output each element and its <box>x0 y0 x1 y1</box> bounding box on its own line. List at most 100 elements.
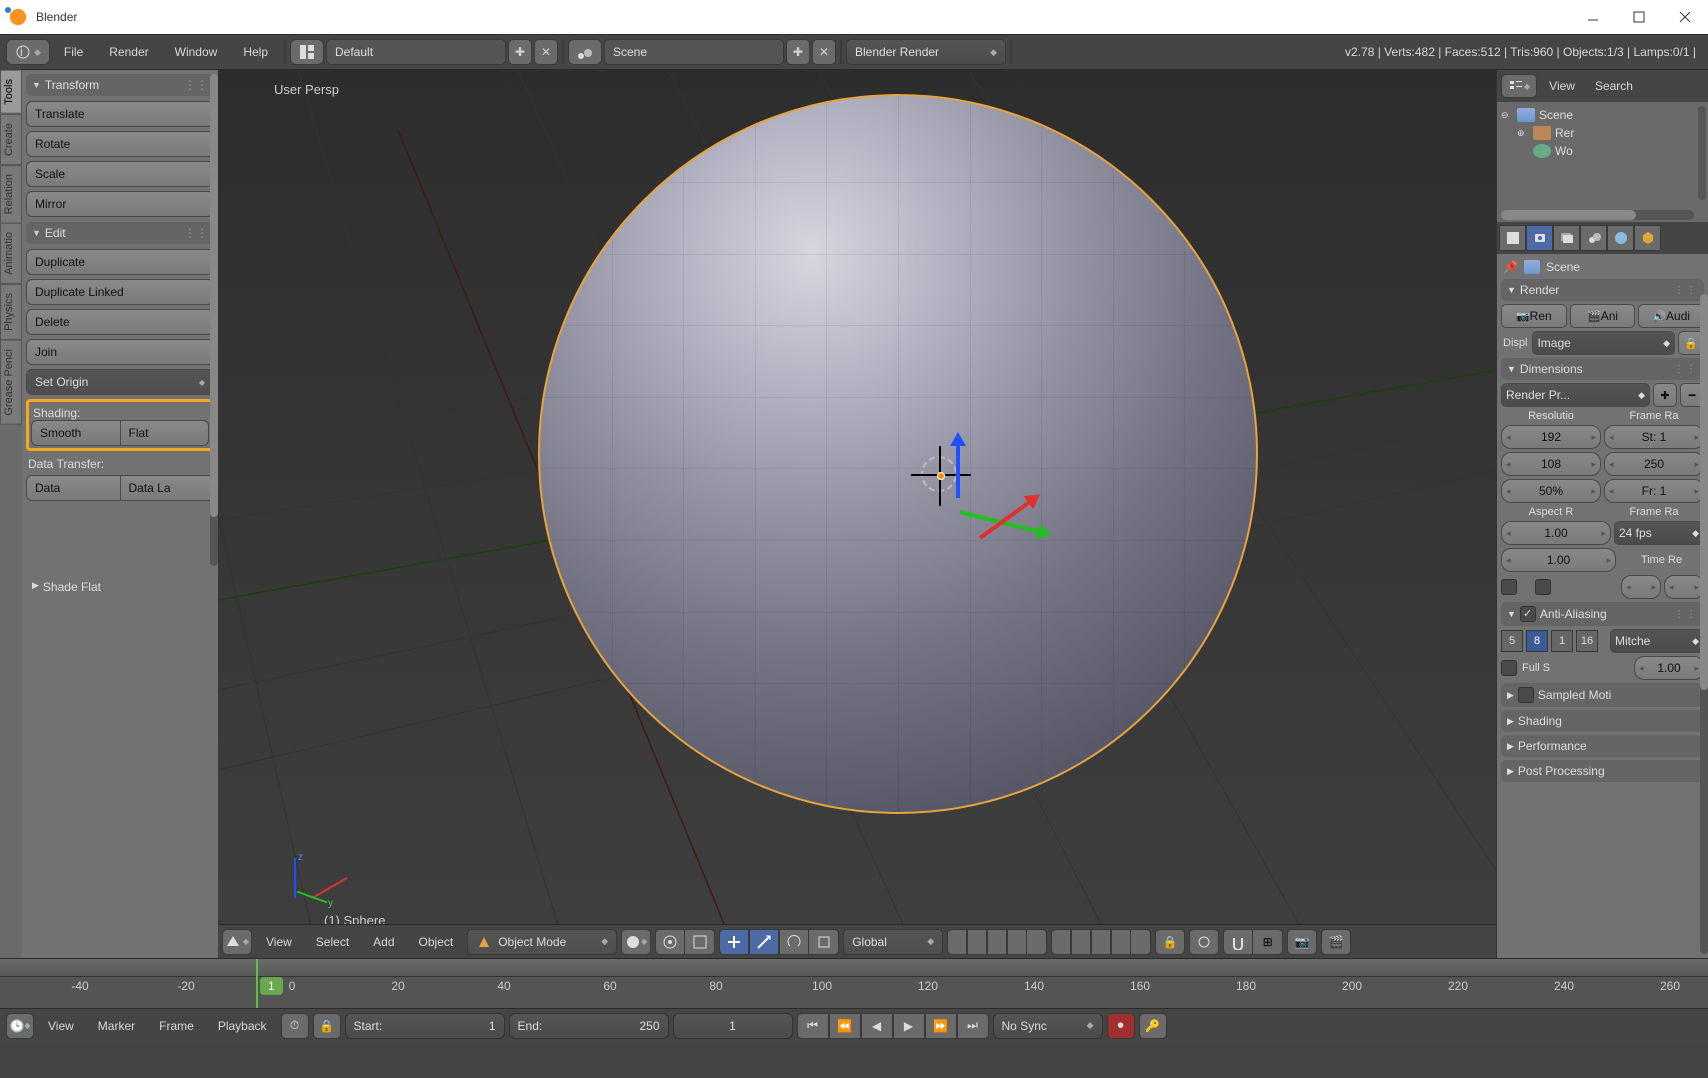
render-animation-button[interactable]: 🎬Ani <box>1570 304 1636 328</box>
render-engine-select[interactable]: Blender Render◆ <box>846 39 1006 65</box>
current-frame-field[interactable]: 1 <box>673 1013 793 1039</box>
panel-header-post-processing[interactable]: ▶Post Processing <box>1501 760 1704 782</box>
object-menu[interactable]: Object <box>409 933 464 951</box>
screen-layout-field[interactable]: Default <box>326 39 506 65</box>
transform-orientation-select[interactable]: Global◆ <box>843 929 943 955</box>
sampled-motion-checkbox[interactable] <box>1518 687 1534 703</box>
editor-type-info-button[interactable]: i◆ <box>6 39 50 65</box>
border-checkbox[interactable] <box>1501 579 1517 595</box>
play-reverse-button[interactable]: ◀ <box>861 1013 893 1039</box>
duplicate-linked-button[interactable]: Duplicate Linked <box>26 279 214 305</box>
editor-type-outliner-button[interactable]: ◆ <box>1501 74 1537 98</box>
manipulator-translate[interactable] <box>749 929 779 955</box>
use-preview-range-button[interactable]: ⏱ <box>281 1013 309 1039</box>
antialiasing-checkbox[interactable] <box>1520 606 1536 622</box>
tab-object[interactable] <box>1634 225 1661 251</box>
panel-header-performance[interactable]: ▶Performance <box>1501 735 1704 757</box>
window-close-button[interactable] <box>1662 2 1708 32</box>
set-origin-select[interactable]: Set Origin <box>26 369 214 395</box>
aa-samples-16[interactable]: 16 <box>1576 630 1598 652</box>
snap-toggle[interactable] <box>1223 929 1253 955</box>
panel-header-edit[interactable]: ▼Edit⋮⋮ <box>26 222 214 244</box>
aa-samples-5[interactable]: 5 <box>1501 630 1523 652</box>
scene-delete-button[interactable]: ✕ <box>812 39 836 65</box>
render-display-select[interactable]: Image◆ <box>1532 331 1675 355</box>
screen-layout-delete-button[interactable]: ✕ <box>534 39 558 65</box>
tool-tab-relation[interactable]: Relation <box>0 165 22 223</box>
properties-scrollbar[interactable] <box>1700 294 1708 954</box>
pin-icon[interactable]: 📌 <box>1503 260 1518 274</box>
tool-tab-create[interactable]: Create <box>0 114 22 165</box>
frame-end-field[interactable]: 250 <box>1604 452 1704 476</box>
transform-gizmo[interactable] <box>898 436 1018 566</box>
tool-tab-physics[interactable]: Physics <box>0 284 22 340</box>
resolution-y-field[interactable]: 108 <box>1501 452 1601 476</box>
outliner[interactable]: ⊖Scene ⊕Rer Wo <box>1497 102 1708 222</box>
aa-samples-11[interactable]: 1 <box>1551 630 1573 652</box>
panel-header-antialiasing[interactable]: ▼Anti-Aliasing⋮⋮ <box>1501 602 1704 626</box>
play-button[interactable]: ▶ <box>893 1013 925 1039</box>
pivot-point-button[interactable] <box>655 929 685 955</box>
outliner-world-item[interactable]: Wo <box>1555 144 1573 158</box>
aa-samples-8[interactable]: 8 <box>1526 630 1548 652</box>
viewport-shading-button[interactable]: ◆ <box>621 929 651 955</box>
delete-button[interactable]: Delete <box>26 309 214 335</box>
frame-step-field[interactable]: Fr: 1 <box>1604 479 1704 503</box>
playhead[interactable] <box>256 959 258 1008</box>
panel-header-transform[interactable]: ▼Transform⋮⋮ <box>26 74 214 96</box>
manipulator-scale[interactable] <box>809 929 839 955</box>
render-audio-button[interactable]: 🔊Audi <box>1638 304 1704 328</box>
data-transfer-data-button[interactable]: Data <box>26 475 121 501</box>
last-operator-header[interactable]: ▶Shade Flat <box>26 574 214 600</box>
tab-world[interactable] <box>1607 225 1634 251</box>
gizmo-z-axis[interactable] <box>956 436 960 498</box>
render-preset-select[interactable]: Render Pr...◆ <box>1501 383 1650 407</box>
screen-layout-browse-button[interactable] <box>290 39 324 65</box>
layers-group-b[interactable] <box>1051 929 1151 955</box>
full-sample-checkbox[interactable] <box>1501 660 1517 676</box>
start-frame-field[interactable]: Start:1 <box>345 1013 505 1039</box>
panel-header-dimensions[interactable]: ▼Dimensions⋮⋮ <box>1501 358 1704 380</box>
data-transfer-layout-button[interactable]: Data La <box>121 475 215 501</box>
window-maximize-button[interactable] <box>1616 2 1662 32</box>
outliner-h-scrollbar[interactable] <box>1501 210 1694 220</box>
keyframe-prev-button[interactable]: ⏪ <box>829 1013 861 1039</box>
rotate-button[interactable]: Rotate <box>26 131 214 157</box>
duplicate-button[interactable]: Duplicate <box>26 249 214 275</box>
crop-checkbox[interactable] <box>1535 579 1551 595</box>
panel-header-shading[interactable]: ▶Shading <box>1501 710 1704 732</box>
menu-help[interactable]: Help <box>231 41 280 63</box>
tab-scene[interactable] <box>1580 225 1607 251</box>
properties-editor-type-button[interactable] <box>1499 225 1526 251</box>
editor-type-timeline-button[interactable]: 🕒◆ <box>6 1013 34 1039</box>
opengl-render-image-button[interactable]: 📷 <box>1287 929 1317 955</box>
timeline-menu-marker[interactable]: Marker <box>88 1017 145 1035</box>
mode-select[interactable]: Object Mode◆ <box>467 929 617 955</box>
old-map-field[interactable] <box>1621 575 1661 599</box>
layers-group-a[interactable] <box>947 929 1047 955</box>
tool-tab-tools[interactable]: Tools <box>0 70 22 114</box>
shade-smooth-button[interactable]: Smooth <box>31 420 121 446</box>
new-map-field[interactable] <box>1664 575 1704 599</box>
snap-element-button[interactable]: ⊞ <box>1253 929 1283 955</box>
scale-button[interactable]: Scale <box>26 161 214 187</box>
timeline-menu-playback[interactable]: Playback <box>208 1017 277 1035</box>
window-minimize-button[interactable] <box>1570 2 1616 32</box>
manipulator-rotate[interactable] <box>779 929 809 955</box>
manipulator-toggle[interactable] <box>719 929 749 955</box>
filter-size-field[interactable]: 1.00 <box>1634 656 1704 680</box>
menu-window[interactable]: Window <box>163 41 230 63</box>
datablock-path[interactable]: Scene <box>1546 260 1580 274</box>
aspect-x-field[interactable]: 1.00 <box>1501 521 1611 545</box>
panel-header-sampled-motion[interactable]: ▶Sampled Moti <box>1501 683 1704 707</box>
menu-render[interactable]: Render <box>97 41 160 63</box>
end-frame-field[interactable]: End:250 <box>509 1013 669 1039</box>
panel-header-render[interactable]: ▼Render⋮⋮ <box>1501 279 1704 301</box>
resolution-pct-field[interactable]: 50% <box>1501 479 1601 503</box>
join-button[interactable]: Join <box>26 339 214 365</box>
timeline-area[interactable]: 1 -40-2002040608010012014016018020022024… <box>0 958 1708 1008</box>
frame-start-field[interactable]: St: 1 <box>1604 425 1704 449</box>
outliner-menu-search[interactable]: Search <box>1587 79 1641 93</box>
menu-file[interactable]: File <box>52 41 95 63</box>
screen-layout-add-button[interactable]: ✚ <box>508 39 532 65</box>
